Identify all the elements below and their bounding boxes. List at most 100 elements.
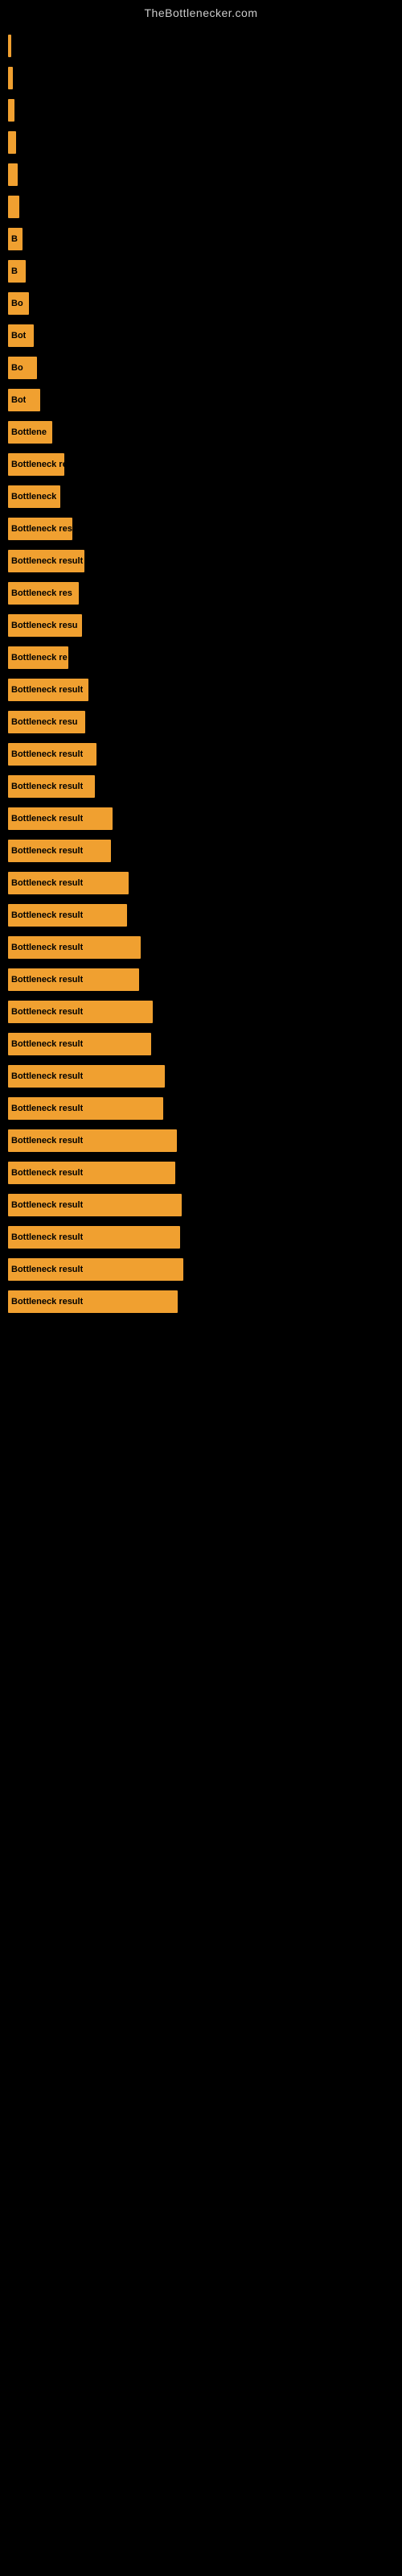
bar-label: Bot xyxy=(11,395,26,405)
bar xyxy=(8,67,13,89)
bar-label: Bo xyxy=(11,363,23,373)
bar: Bottleneck result xyxy=(8,1097,163,1120)
bar: Bottleneck result xyxy=(8,1129,177,1152)
bar-row: Bottleneck result xyxy=(8,1093,402,1124)
bar-label: Bottleneck result xyxy=(11,910,83,920)
bar: Bottleneck result xyxy=(8,1162,175,1184)
bar-row: Bottlene xyxy=(8,417,402,448)
bar-label: Bottleneck result xyxy=(11,1039,83,1049)
bar-row: Bottleneck result xyxy=(8,1254,402,1285)
bar xyxy=(8,196,19,218)
bar-row: Bottleneck resu xyxy=(8,707,402,737)
bar: Bottleneck result xyxy=(8,743,96,766)
bar: Bottleneck result xyxy=(8,1033,151,1055)
bar-row: Bottleneck result xyxy=(8,803,402,834)
bar-row: Bottleneck result xyxy=(8,546,402,576)
bar-label: Bottleneck result xyxy=(11,749,83,759)
bar-row: Bottleneck result xyxy=(8,868,402,898)
bar: Bottleneck resu xyxy=(8,614,82,637)
bar: Bottleneck result xyxy=(8,1290,178,1313)
bar-row: Bottleneck result xyxy=(8,1125,402,1156)
bar-row: Bottleneck xyxy=(8,481,402,512)
bar-label: Bottleneck result xyxy=(11,1265,83,1274)
bar-row: Bottleneck res xyxy=(8,514,402,544)
bar-row: Bottleneck result xyxy=(8,739,402,770)
bar: Bottleneck result xyxy=(8,807,113,830)
bar-row: B xyxy=(8,256,402,287)
bar-label: Bottlene xyxy=(11,427,47,437)
bar-label: Bottleneck resu xyxy=(11,717,78,727)
bar xyxy=(8,35,11,57)
bar-label: Bottleneck result xyxy=(11,1136,83,1146)
bar-row: Bottleneck res xyxy=(8,578,402,609)
bar: Bottleneck result xyxy=(8,968,139,991)
bar-row: Bottleneck result xyxy=(8,997,402,1027)
bar-row xyxy=(8,159,402,190)
bar-label: B xyxy=(11,266,18,276)
bar-label: Bottleneck res xyxy=(11,524,72,534)
bar-label: Bottleneck result xyxy=(11,878,83,888)
bar-label: Bot xyxy=(11,331,26,341)
bar-label: Bottleneck result xyxy=(11,1104,83,1113)
bar-row: Bottleneck result xyxy=(8,1222,402,1253)
bar-label: Bottleneck result xyxy=(11,1071,83,1081)
bar xyxy=(8,163,18,186)
bar-label: Bottleneck result xyxy=(11,782,83,791)
bar-row: Bottleneck resu xyxy=(8,610,402,641)
bar-row: Bottleneck result xyxy=(8,964,402,995)
bar-row xyxy=(8,63,402,93)
site-title: TheBottlenecker.com xyxy=(0,0,402,23)
bar: Bo xyxy=(8,292,29,315)
bar: Bottleneck resu xyxy=(8,711,85,733)
bar: Bottleneck re xyxy=(8,453,64,476)
bar: Bottleneck result xyxy=(8,840,111,862)
bar-row: Bottleneck result xyxy=(8,1029,402,1059)
bar-label: Bottleneck resu xyxy=(11,621,78,630)
bar: Bottleneck result xyxy=(8,936,141,959)
bar-row: Bottleneck result xyxy=(8,771,402,802)
bar: Bottleneck result xyxy=(8,1258,183,1281)
bar-label: Bottleneck xyxy=(11,492,56,502)
bar-label: Bottleneck result xyxy=(11,556,83,566)
bar-label: Bottleneck res xyxy=(11,588,72,598)
bar-row: Bottleneck result xyxy=(8,675,402,705)
bar-row: Bo xyxy=(8,288,402,319)
bar-row: Bot xyxy=(8,385,402,415)
bar-row: Bottleneck re xyxy=(8,449,402,480)
bar-label: Bottleneck result xyxy=(11,846,83,856)
bar-label: Bottleneck result xyxy=(11,1297,83,1307)
bar-label: Bottleneck result xyxy=(11,814,83,824)
bar-row: B xyxy=(8,224,402,254)
bar-row: Bo xyxy=(8,353,402,383)
bar-label: Bottleneck result xyxy=(11,943,83,952)
bar: B xyxy=(8,228,23,250)
bar-row: Bottleneck result xyxy=(8,1286,402,1317)
bar: Bottleneck result xyxy=(8,550,84,572)
bar-row xyxy=(8,95,402,126)
bar-row xyxy=(8,127,402,158)
bar-label: Bottleneck result xyxy=(11,685,83,695)
bar-row: Bottleneck result xyxy=(8,1158,402,1188)
bar: Bottleneck result xyxy=(8,679,88,701)
bar-label: Bottleneck re xyxy=(11,653,68,663)
bar-row: Bottleneck result xyxy=(8,1190,402,1220)
bar-row: Bottleneck result xyxy=(8,1061,402,1092)
bar-label: B xyxy=(11,234,18,244)
bar: Bottleneck res xyxy=(8,518,72,540)
bar-label: Bottleneck result xyxy=(11,975,83,985)
bar: Bot xyxy=(8,389,40,411)
bar: Bottleneck re xyxy=(8,646,68,669)
bar: Bottleneck result xyxy=(8,775,95,798)
bar: Bottlene xyxy=(8,421,52,444)
bar-label: Bo xyxy=(11,299,23,308)
bar-row xyxy=(8,31,402,61)
bar-row: Bottleneck re xyxy=(8,642,402,673)
bar-label: Bottleneck result xyxy=(11,1232,83,1242)
bars-container: B B Bo Bot Bo Bot Bottlene Bottleneck re Bottlen… xyxy=(0,23,402,1327)
bar: Bottleneck res xyxy=(8,582,79,605)
bar: Bottleneck xyxy=(8,485,60,508)
bar-label: Bottleneck result xyxy=(11,1168,83,1178)
bar: Bottleneck result xyxy=(8,1001,153,1023)
bar-label: Bottleneck result xyxy=(11,1200,83,1210)
bar-row xyxy=(8,192,402,222)
